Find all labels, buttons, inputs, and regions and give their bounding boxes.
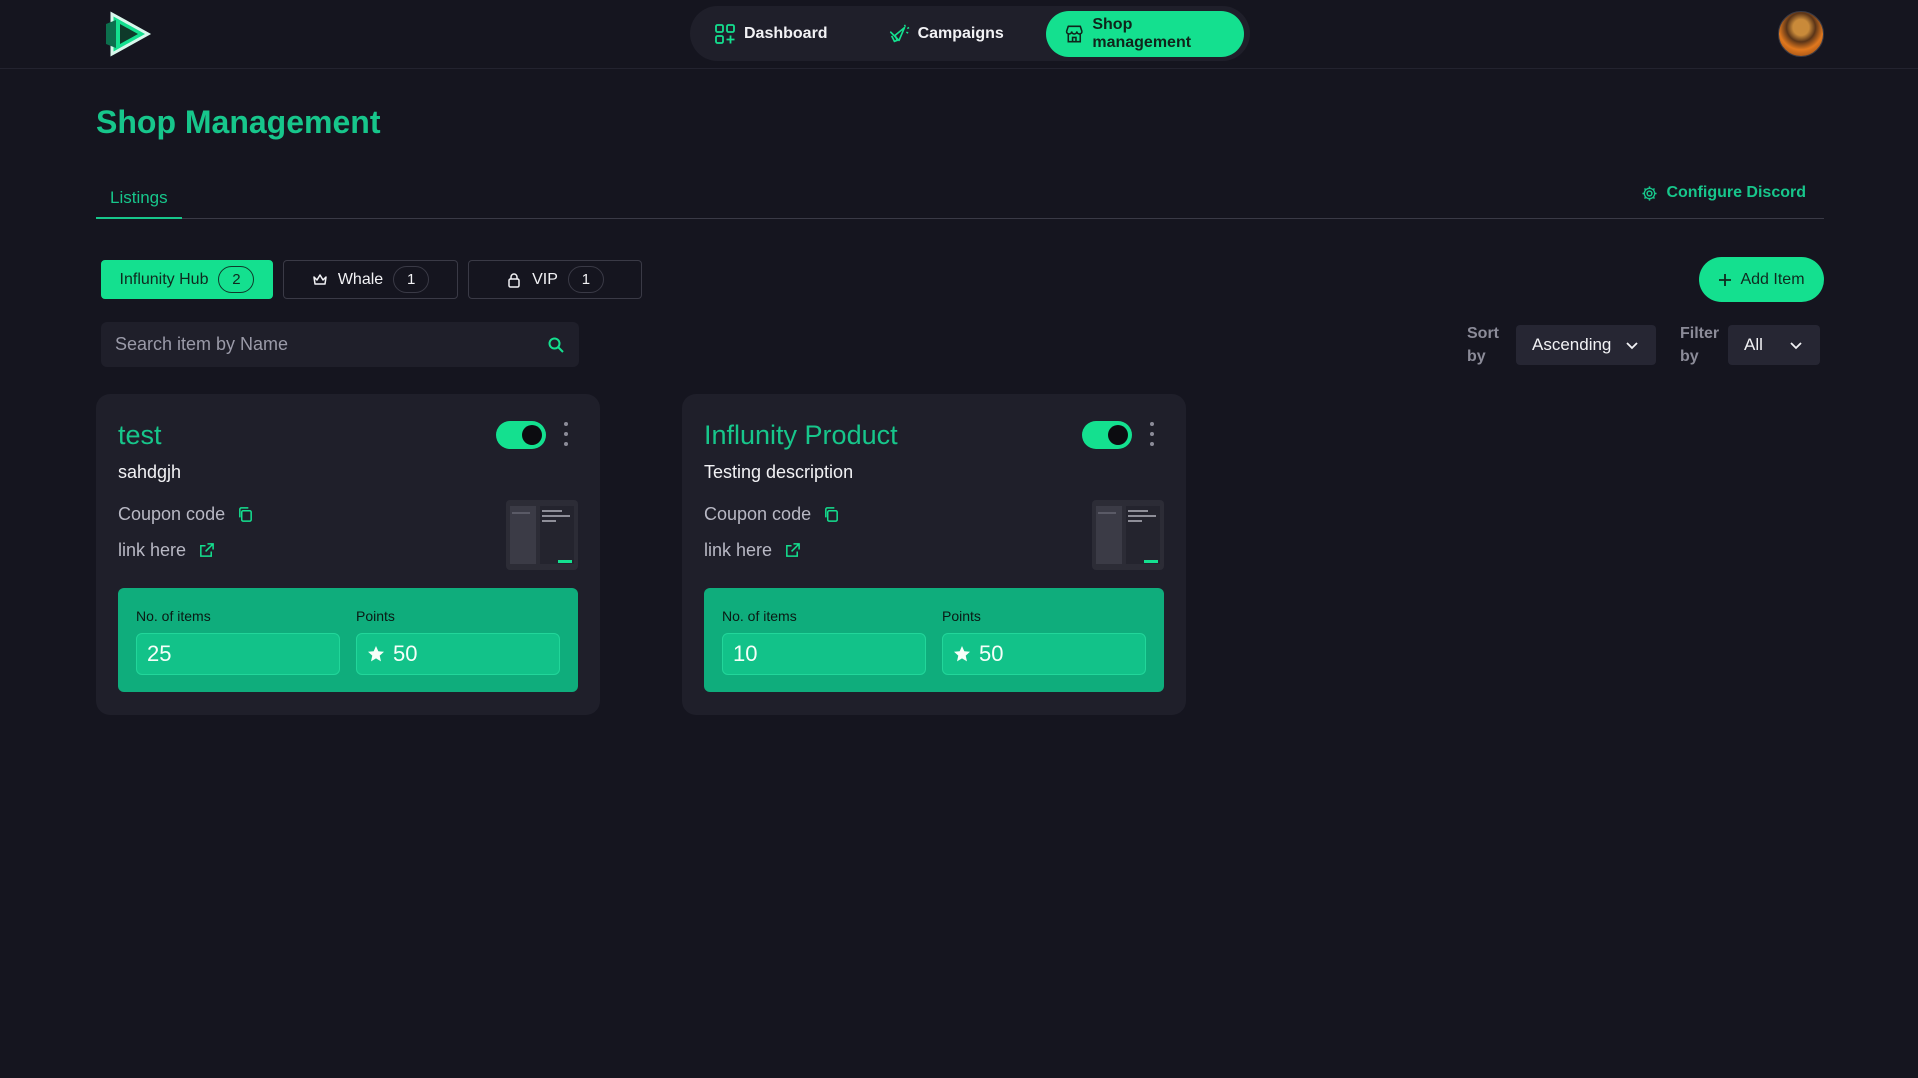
crown-icon (313, 273, 327, 285)
chevron-down-icon (1790, 342, 1802, 350)
nav-shop-management-label: Shop management (1092, 15, 1192, 51)
item-description: Testing description (704, 462, 854, 482)
points-label: Points (356, 608, 395, 624)
item-description: sahdgjh (118, 462, 182, 482)
item-stats: No. of items Points 25 50 (118, 588, 578, 692)
item-link[interactable]: link here (118, 540, 215, 561)
item-thumbnail (1092, 500, 1164, 570)
add-item-label: Add Item (1740, 270, 1805, 288)
lock-icon (508, 272, 520, 288)
external-link-icon (786, 543, 800, 557)
items-count-value: 10 (733, 641, 758, 666)
chevron-down-icon (1626, 342, 1638, 350)
plus-icon (1719, 273, 1732, 286)
add-item-button[interactable]: Add Item (1699, 257, 1824, 302)
app-logo-icon[interactable] (104, 10, 154, 58)
category-vip[interactable]: VIP 1 (468, 260, 642, 299)
filter-select[interactable]: All (1728, 325, 1820, 365)
copy-icon (239, 507, 253, 522)
tab-listings[interactable]: Listings (96, 180, 182, 219)
sort-label: Sort by (1467, 322, 1507, 368)
user-avatar[interactable] (1778, 11, 1824, 57)
item-stats: No. of items Points 10 50 (704, 588, 1164, 692)
storefront-icon (1065, 25, 1083, 42)
category-label: VIP (532, 270, 558, 288)
category-label: Influnity Hub (119, 270, 209, 288)
coupon-code-copy[interactable]: Coupon code (118, 504, 254, 525)
item-link-label: link here (704, 540, 773, 560)
search-box (101, 322, 579, 367)
top-bar: Dashboard Campaigns Shop management (0, 0, 1918, 69)
category-count: 2 (218, 266, 255, 293)
megaphone-icon (889, 24, 909, 42)
nav-shop-management[interactable]: Shop management (1045, 10, 1244, 57)
gear-icon (1642, 185, 1658, 201)
page-title: Shop Management (96, 104, 381, 140)
points-label: Points (942, 608, 981, 624)
configure-discord-button[interactable]: Configure Discord (1641, 184, 1806, 202)
item-link-label: link here (118, 540, 187, 560)
item-card: test sahdgjh Coupon code link here No. o… (96, 394, 600, 715)
items-count-value: 25 (147, 641, 172, 666)
category-whale[interactable]: Whale 1 (283, 260, 458, 299)
items-label: No. of items (722, 608, 797, 624)
star-icon (368, 646, 384, 662)
search-input[interactable] (115, 334, 547, 355)
item-title: Influnity Product (704, 420, 898, 450)
nav-campaigns-label: Campaigns (917, 24, 1004, 42)
item-thumbnail (506, 500, 578, 570)
category-influnity-hub[interactable]: Influnity Hub 2 (101, 260, 273, 299)
points-field[interactable]: 50 (942, 633, 1146, 675)
more-options-icon[interactable] (1148, 422, 1156, 446)
star-icon (954, 646, 970, 662)
filter-label: Filter by (1680, 322, 1720, 368)
grid-plus-icon (715, 23, 735, 44)
toggle-knob (1108, 425, 1128, 445)
tab-bar: Listings Configure Discord (96, 180, 1824, 219)
search-icon[interactable] (547, 336, 565, 354)
items-count-field[interactable]: 25 (136, 633, 340, 675)
item-card: Influnity Product Testing description Co… (682, 394, 1186, 715)
nav-dashboard-label: Dashboard (744, 24, 828, 42)
category-filters: Influnity Hub 2 Whale 1 VIP 1 (101, 260, 642, 299)
items-count-field[interactable]: 10 (722, 633, 926, 675)
points-field[interactable]: 50 (356, 633, 560, 675)
item-link[interactable]: link here (704, 540, 801, 561)
configure-discord-label: Configure Discord (1666, 184, 1806, 201)
category-count: 1 (393, 266, 430, 293)
sort-value: Ascending (1532, 335, 1612, 354)
copy-icon (825, 507, 839, 522)
external-link-icon (200, 543, 214, 557)
items-label: No. of items (136, 608, 211, 624)
coupon-code-copy[interactable]: Coupon code (704, 504, 840, 525)
nav-campaigns[interactable]: Campaigns (870, 11, 1022, 57)
sort-label-text: Sort by (1467, 325, 1499, 365)
item-title: test (118, 420, 162, 450)
filter-value: All (1744, 335, 1763, 354)
points-value: 50 (979, 641, 1004, 666)
points-value: 50 (393, 641, 418, 666)
sort-select[interactable]: Ascending (1516, 325, 1656, 365)
category-count: 1 (567, 266, 604, 293)
coupon-code-label: Coupon code (704, 504, 812, 524)
toggle-knob (522, 425, 542, 445)
item-enabled-toggle[interactable] (1082, 421, 1132, 449)
more-options-icon[interactable] (562, 422, 570, 446)
filter-label-text: Filter by (1680, 325, 1720, 365)
category-label: Whale (337, 270, 384, 288)
coupon-code-label: Coupon code (118, 504, 226, 524)
item-enabled-toggle[interactable] (496, 421, 546, 449)
nav-dashboard[interactable]: Dashboard (696, 11, 846, 57)
main-nav: Dashboard Campaigns Shop management (690, 6, 1250, 61)
